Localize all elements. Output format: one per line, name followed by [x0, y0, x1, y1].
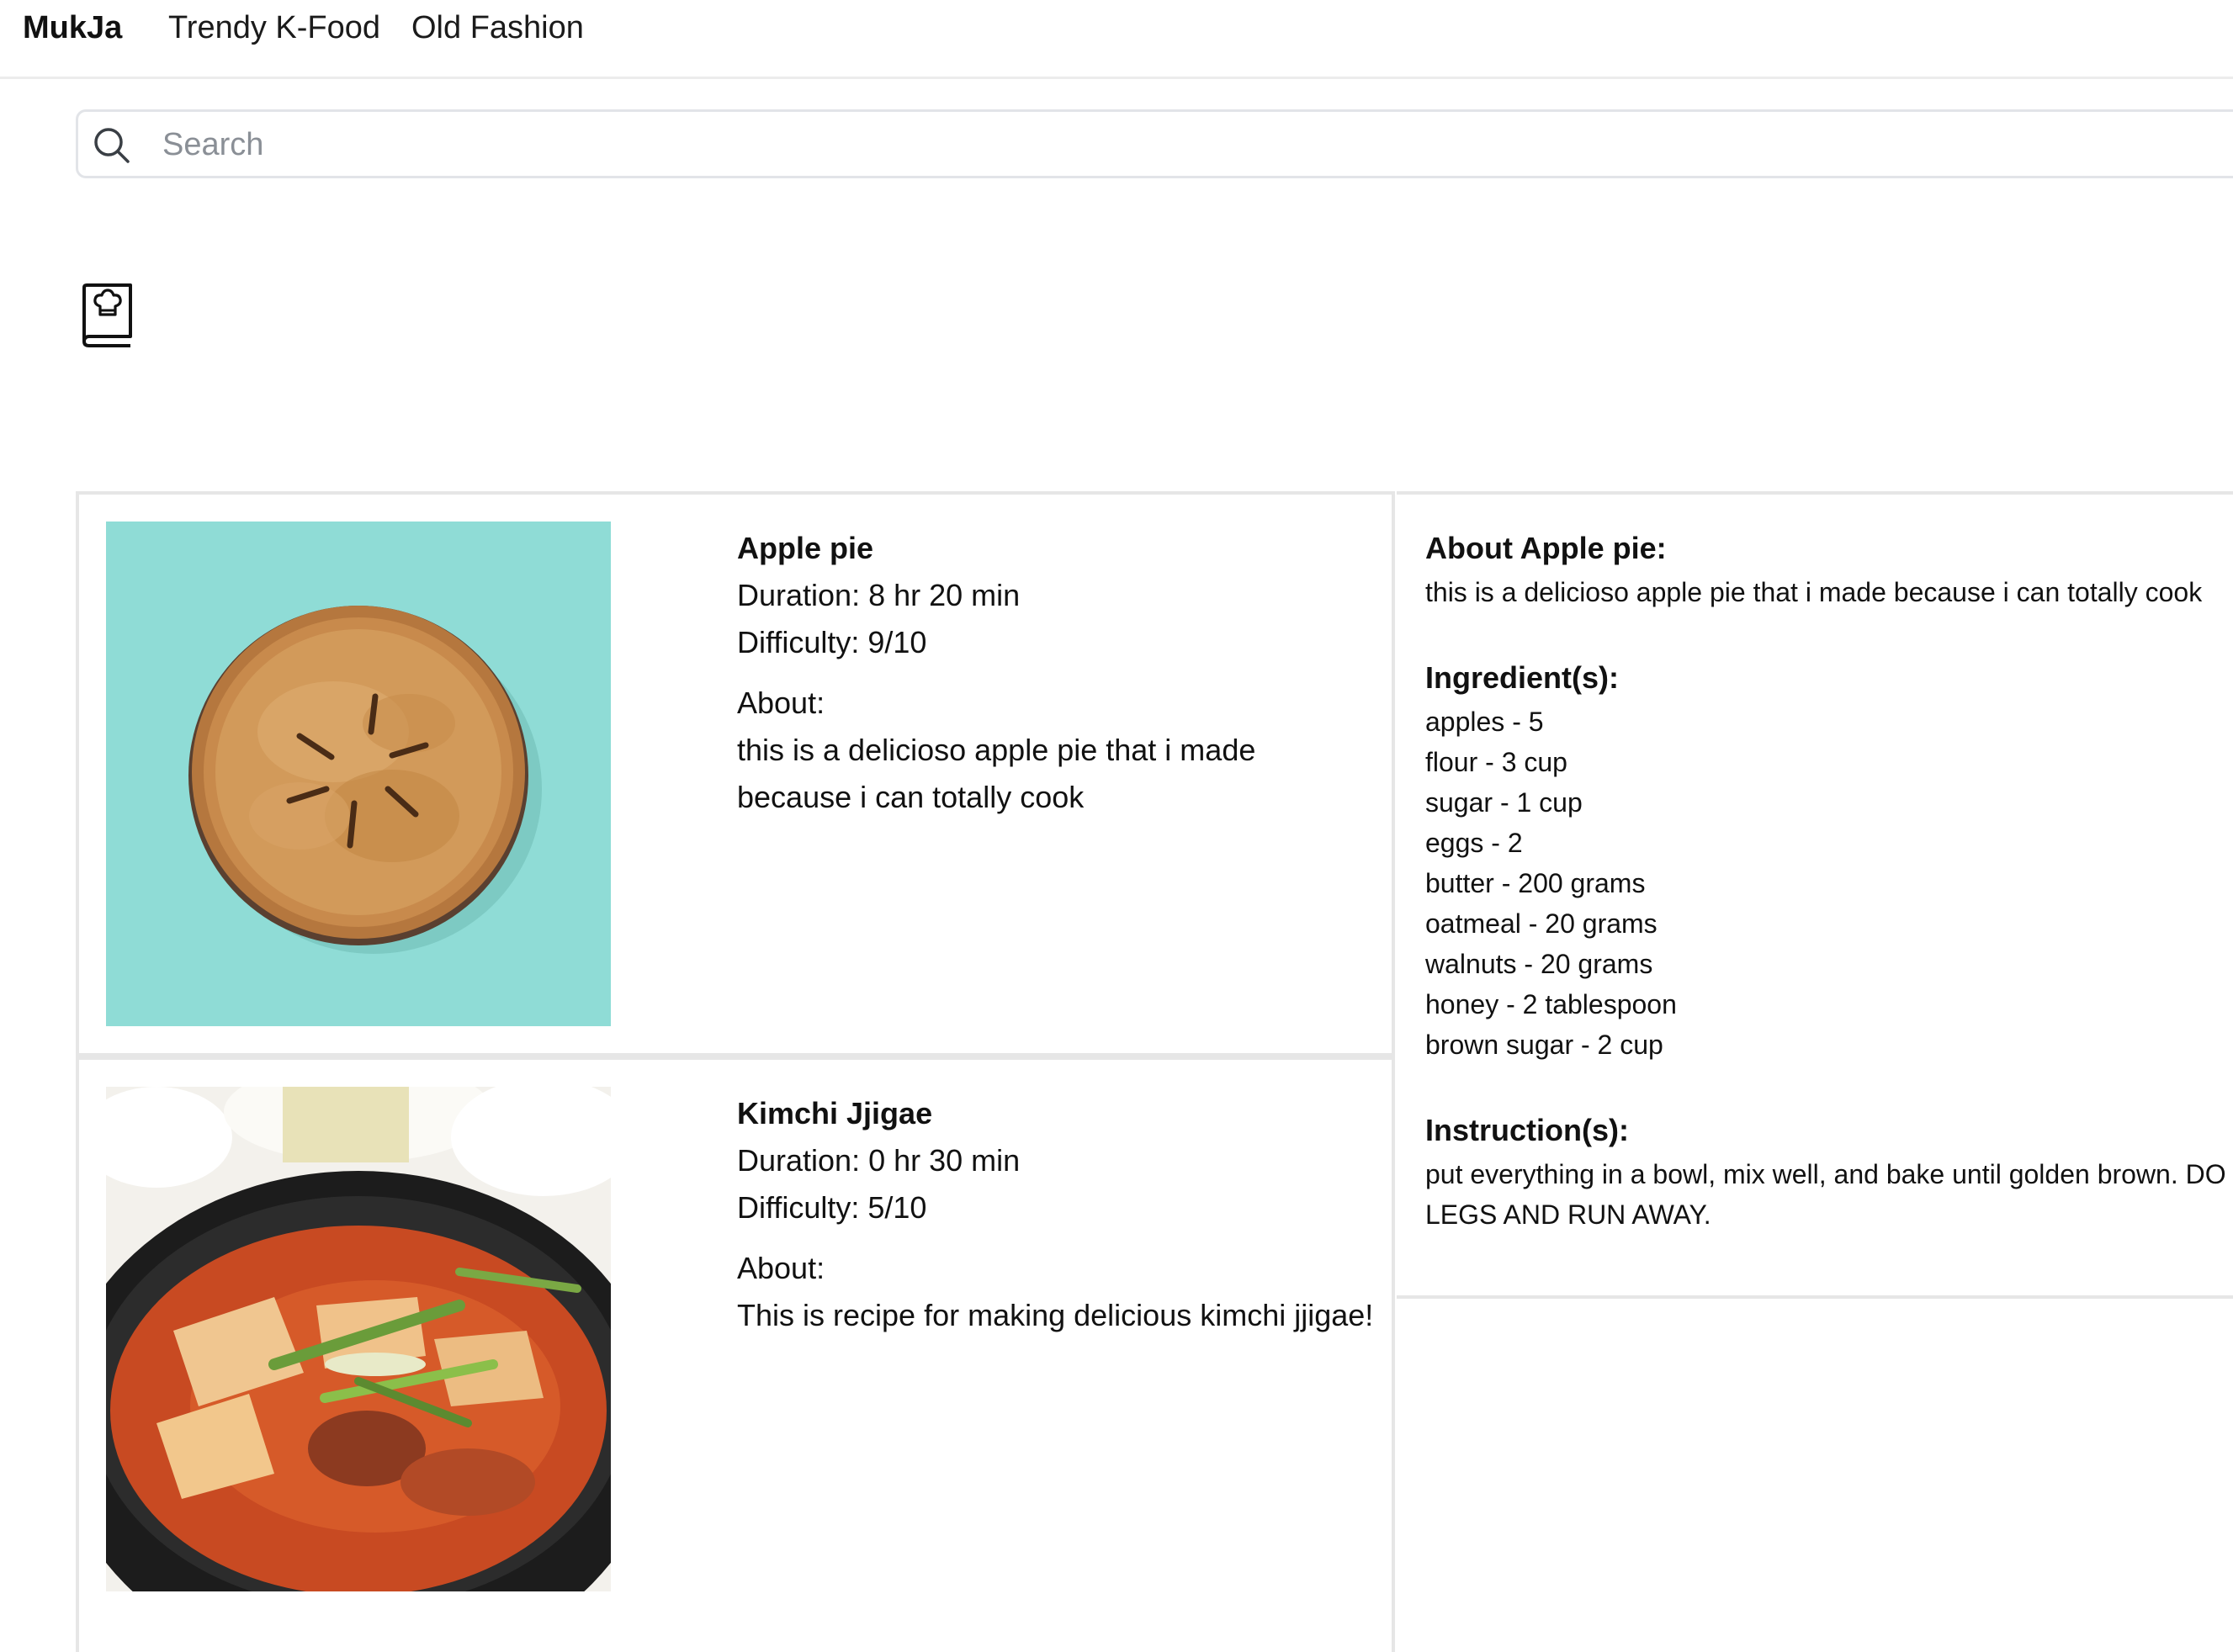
ingredient-item: sugar - 1 cup [1425, 787, 1583, 818]
search-icon [94, 128, 130, 163]
recipe-about-label: About: [737, 686, 825, 720]
ingredient-item: apples - 5 [1425, 707, 1544, 737]
recipe-difficulty: Difficulty: 5/10 [737, 1190, 927, 1225]
recipe-duration: Duration: 0 hr 30 min [737, 1143, 1021, 1178]
recipe-card-kimchi-jjigae[interactable]: Kimchi Jjigae Duration: 0 hr 30 min Diff… [79, 1053, 1392, 1618]
recipe-about-label: About: [737, 1251, 825, 1285]
nav-link-old-fashion[interactable]: Old Fashion [411, 7, 584, 49]
cookbook-icon[interactable] [77, 283, 135, 348]
search-input[interactable] [161, 119, 2183, 171]
recipe-name: Apple pie [737, 531, 874, 565]
recipe-duration: Duration: 8 hr 20 min [737, 578, 1021, 612]
apple-pie-photo [106, 522, 611, 1026]
instructions-text-line-1: put everything in a bowl, mix well, and … [1425, 1159, 2226, 1189]
nav-link-trendy-k-food[interactable]: Trendy K-Food [168, 7, 380, 49]
instructions-text-line-2: LEGS AND RUN AWAY. [1425, 1199, 1711, 1230]
brand-logo-text[interactable]: MukJa [23, 7, 122, 49]
detail-about-heading: About Apple pie: [1425, 531, 1667, 565]
recipe-about-text: This is recipe for making delicious kimc… [737, 1298, 1374, 1332]
search-bar[interactable] [76, 109, 2233, 178]
ingredient-item: brown sugar - 2 cup [1425, 1030, 1663, 1060]
ingredient-item: honey - 2 tablespoon [1425, 989, 1677, 1019]
top-navbar: MukJa Trendy K-Food Old Fashion [0, 0, 2233, 79]
recipe-info: Apple pie Duration: 8 hr 20 min Difficul… [737, 525, 1376, 821]
ingredient-item: butter - 200 grams [1425, 868, 1646, 898]
recipe-detail-panel: About Apple pie: this is a delicioso app… [1397, 491, 2233, 1299]
recipe-name: Kimchi Jjigae [737, 1096, 933, 1130]
ingredient-item: oatmeal - 20 grams [1425, 908, 1658, 939]
ingredients-heading: Ingredient(s): [1425, 660, 1619, 695]
ingredient-item: eggs - 2 [1425, 828, 1523, 858]
recipe-detail-content: About Apple pie: this is a delicioso app… [1425, 525, 2233, 1235]
instructions-heading: Instruction(s): [1425, 1113, 1629, 1147]
ingredient-item: walnuts - 20 grams [1425, 949, 1653, 979]
ingredient-item: flour - 3 cup [1425, 747, 1567, 777]
recipe-list: Apple pie Duration: 8 hr 20 min Difficul… [76, 491, 1395, 1652]
detail-about-text: this is a delicioso apple pie that i mad… [1425, 577, 2203, 607]
recipe-info: Kimchi Jjigae Duration: 0 hr 30 min Diff… [737, 1090, 1376, 1339]
kimchi-jjigae-photo [106, 1087, 611, 1591]
recipe-difficulty: Difficulty: 9/10 [737, 625, 927, 659]
recipe-card-apple-pie[interactable]: Apple pie Duration: 8 hr 20 min Difficul… [79, 491, 1392, 1056]
recipe-about-text: this is a delicioso apple pie that i mad… [737, 733, 1256, 814]
